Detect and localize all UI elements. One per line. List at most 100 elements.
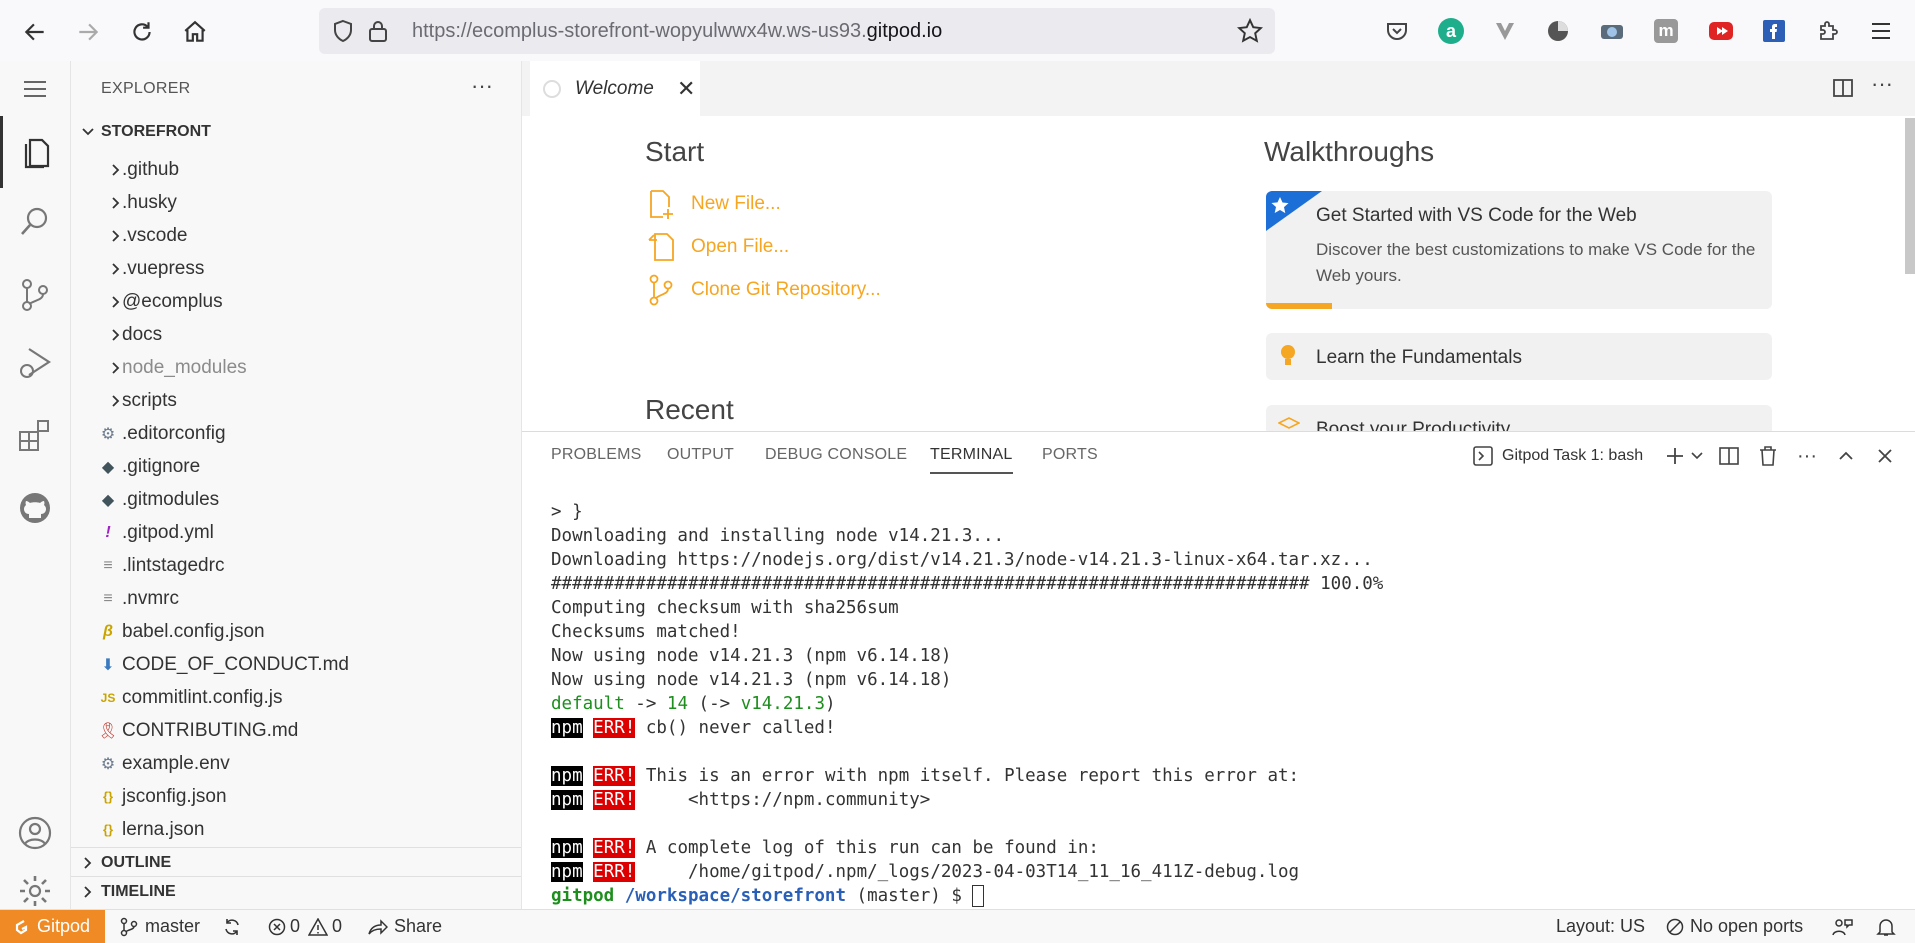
manage-button[interactable] xyxy=(0,873,70,909)
walkthrough-card-get-started[interactable]: Get Started with VS Code for the Web Dis… xyxy=(1266,191,1772,309)
new-file-link[interactable]: New File... xyxy=(647,189,781,219)
extension-a-icon[interactable]: a xyxy=(1436,16,1466,46)
explorer-view-button[interactable] xyxy=(0,116,70,188)
tree-folder[interactable]: .husky xyxy=(71,186,521,219)
tree-folder[interactable]: @ecomplus xyxy=(71,285,521,318)
explorer-more-actions[interactable]: ··· xyxy=(471,73,493,99)
card-fundamentals-title: Learn the Fundamentals xyxy=(1316,347,1522,368)
home-button[interactable] xyxy=(177,14,213,50)
open-file-link[interactable]: Open File... xyxy=(647,232,789,262)
run-debug-view-button[interactable] xyxy=(0,331,70,395)
extension-v-icon[interactable] xyxy=(1490,16,1520,46)
tab-ports[interactable]: PORTS xyxy=(1042,446,1098,464)
tree-folder[interactable]: scripts xyxy=(71,384,521,417)
tree-file[interactable]: ! .gitpod.yml xyxy=(71,516,521,549)
branch-status[interactable]: master xyxy=(120,910,200,943)
gitpod-label: Gitpod xyxy=(37,916,91,936)
terminal-line: ########################################… xyxy=(551,574,1384,594)
keyboard-layout-status[interactable]: Layout: US xyxy=(1556,910,1645,943)
problems-status[interactable]: 0 0 xyxy=(268,910,342,943)
extension-pie-icon[interactable] xyxy=(1543,16,1573,46)
terminal-output[interactable]: > } Downloading and installing node v14.2… xyxy=(551,500,1383,908)
split-terminal-button[interactable] xyxy=(1717,444,1741,468)
terminal-selector[interactable]: Gitpod Task 1: bash xyxy=(1472,444,1643,468)
notifications-button[interactable] xyxy=(1876,910,1896,943)
extensions-puzzle-icon[interactable] xyxy=(1813,16,1843,46)
new-terminal-button[interactable] xyxy=(1663,444,1687,468)
tree-folder[interactable]: .vscode xyxy=(71,219,521,252)
tree-file[interactable]: ◆ .gitignore xyxy=(71,450,521,483)
gitpod-remote-button[interactable]: Gitpod xyxy=(0,910,105,943)
reload-button[interactable] xyxy=(124,14,160,50)
tree-file[interactable]: ⚙ .editorconfig xyxy=(71,417,521,450)
tree-folder[interactable]: node_modules xyxy=(71,351,521,384)
tab-welcome[interactable]: Welcome ✕ xyxy=(530,61,700,116)
editor-more-actions[interactable]: ··· xyxy=(1871,71,1893,97)
maximize-panel-button[interactable] xyxy=(1834,444,1858,468)
accounts-button[interactable] xyxy=(0,801,70,865)
tree-item-label: CONTRIBUTING.md xyxy=(122,719,299,741)
welcome-page: Start New File... Open File... Clone Git… xyxy=(522,116,1915,431)
back-button[interactable] xyxy=(17,14,53,50)
forward-button[interactable] xyxy=(70,14,106,50)
panel-more-actions[interactable]: ··· xyxy=(1795,444,1819,468)
split-editor-icon[interactable] xyxy=(1832,77,1854,99)
tree-file[interactable]: JS commitlint.config.js xyxy=(71,681,521,714)
tree-file[interactable]: ⚙ example.env xyxy=(71,747,521,780)
share-button[interactable]: Share xyxy=(368,910,442,943)
terminal-line-npm-error: npm ERR! <https://npm.community> xyxy=(551,790,931,810)
tree-folder[interactable]: docs xyxy=(71,318,521,351)
sync-button[interactable] xyxy=(222,910,242,943)
tab-problems[interactable]: PROBLEMS xyxy=(551,446,642,464)
tree-file[interactable]: {} lerna.json xyxy=(71,813,521,846)
tree-folder[interactable]: .github xyxy=(71,153,521,186)
tree-file[interactable]: ≡ .lintstagedrc xyxy=(71,549,521,582)
tree-file[interactable]: ≡ .nvmrc xyxy=(71,582,521,615)
tree-file[interactable]: 🎗 CONTRIBUTING.md xyxy=(71,714,521,747)
braces-icon: {} xyxy=(102,789,114,804)
editor-scrollbar[interactable] xyxy=(1905,118,1915,274)
walkthrough-card-fundamentals[interactable]: Learn the Fundamentals xyxy=(1266,333,1772,380)
workspace-root-header[interactable]: STOREFRONT xyxy=(71,117,521,147)
kill-terminal-button[interactable] xyxy=(1756,444,1780,468)
extension-m-icon[interactable]: m xyxy=(1651,16,1681,46)
browser-menu-icon[interactable] xyxy=(1866,16,1896,46)
feedback-button[interactable] xyxy=(1831,910,1853,943)
tree-file[interactable]: β babel.config.json xyxy=(71,615,521,648)
card-progress-track xyxy=(1266,303,1772,309)
tab-output[interactable]: OUTPUT xyxy=(667,446,734,464)
tab-terminal[interactable]: TERMINAL xyxy=(930,446,1013,474)
extension-camera-icon[interactable] xyxy=(1597,16,1627,46)
pocket-icon[interactable] xyxy=(1382,16,1412,46)
branch-name: master xyxy=(145,916,201,936)
extension-facebook-icon[interactable] xyxy=(1759,16,1789,46)
plus-icon xyxy=(1667,448,1683,464)
tree-folder[interactable]: .vuepress xyxy=(71,252,521,285)
tree-file[interactable]: ⬇ CODE_OF_CONDUCT.md xyxy=(71,648,521,681)
tab-close-icon[interactable]: ✕ xyxy=(677,76,695,102)
search-view-button[interactable] xyxy=(0,190,70,254)
github-view-button[interactable] xyxy=(0,476,70,540)
outline-label: OUTLINE xyxy=(101,854,172,871)
walkthrough-card-productivity[interactable]: Boost your Productivity xyxy=(1266,405,1772,431)
back-arrow-icon xyxy=(24,23,44,41)
lock-icon xyxy=(367,19,389,43)
address-bar[interactable]: https://ecomplus-storefront-wopyulwwx4w.… xyxy=(319,8,1275,54)
tab-debug-console[interactable]: DEBUG CONSOLE xyxy=(765,446,907,464)
close-panel-button[interactable] xyxy=(1873,444,1897,468)
extensions-view-button[interactable] xyxy=(0,403,70,467)
terminal-line: > } xyxy=(551,502,583,522)
ports-status[interactable]: No open ports xyxy=(1666,910,1803,943)
clone-repository-link[interactable]: Clone Git Repository... xyxy=(647,274,881,306)
menu-button[interactable] xyxy=(0,61,70,116)
outline-section-header[interactable]: OUTLINE xyxy=(71,847,521,878)
tree-file[interactable]: {} jsconfig.json xyxy=(71,780,521,813)
timeline-section-header[interactable]: TIMELINE xyxy=(71,876,521,907)
source-control-view-button[interactable] xyxy=(0,263,70,327)
bookmark-star-icon[interactable] xyxy=(1237,18,1263,44)
tree-file[interactable]: ◆ .gitmodules xyxy=(71,483,521,516)
welcome-tab-icon xyxy=(542,79,562,99)
url-text: https://ecomplus-storefront-wopyulwwx4w.… xyxy=(412,20,943,42)
extension-video-icon[interactable] xyxy=(1706,16,1736,46)
terminal-dropdown-button[interactable] xyxy=(1685,444,1709,468)
